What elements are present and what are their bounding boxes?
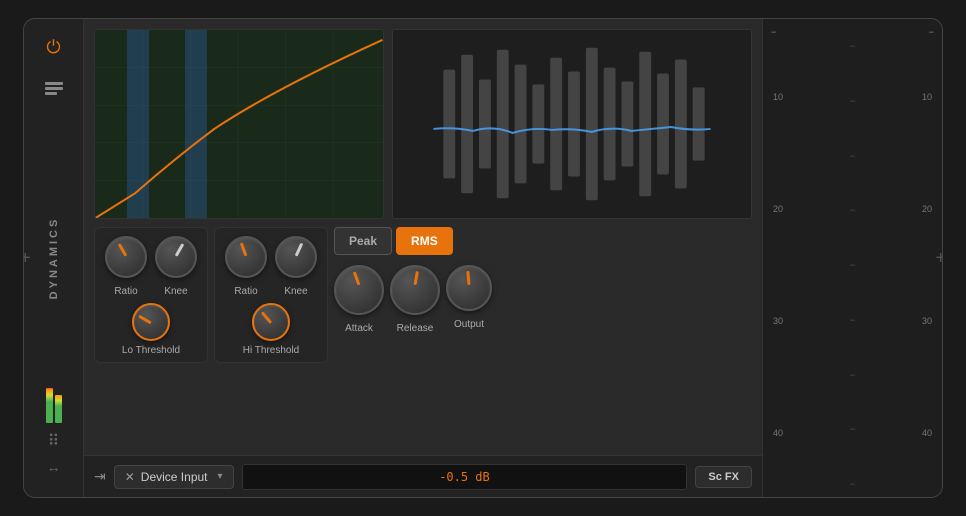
output-indicator	[466, 271, 470, 285]
sidebar-bottom: ⠿ ↔	[46, 383, 62, 485]
lo-knee-knob[interactable]	[155, 236, 197, 278]
meter-minus-right: −	[929, 27, 934, 37]
right-scale: 10 20 30 40	[920, 41, 936, 489]
footer-bar: ⇥ ✕ Device Input ▾ -0.5 dB Sc FX	[84, 455, 762, 497]
hi-threshold-knob[interactable]	[252, 303, 290, 341]
hi-ratio-group: Ratio	[225, 236, 267, 297]
plugin-container: + ⏻ DYNAMICS ⠿ ↔	[23, 18, 943, 498]
db-value: -0.5 dB	[439, 470, 490, 484]
hi-threshold-label: Hi Threshold	[243, 345, 300, 356]
waveform-display	[392, 29, 752, 219]
lo-threshold-indicator	[138, 315, 152, 325]
waveform-svg	[393, 30, 751, 218]
meter-minus-left: −	[771, 27, 776, 37]
db-display: -0.5 dB	[242, 464, 688, 490]
routing-button[interactable]: ↔	[47, 459, 61, 475]
transfer-curve	[95, 30, 383, 218]
lo-threshold-wrap: Lo Threshold	[122, 303, 180, 356]
attack-knob[interactable]	[334, 265, 384, 315]
hi-knee-label: Knee	[284, 286, 307, 297]
attack-label: Attack	[345, 323, 373, 334]
hi-knee-group: Knee	[275, 236, 317, 297]
lo-threshold-label: Lo Threshold	[122, 345, 180, 356]
hi-ratio-label: Ratio	[234, 286, 257, 297]
meter-bars-left	[787, 41, 847, 489]
dropdown-arrow-icon[interactable]: ▾	[218, 471, 223, 482]
hi-threshold-wrap: Hi Threshold	[243, 303, 300, 356]
power-button[interactable]: ⏻	[38, 31, 70, 63]
transfer-graph	[94, 29, 384, 219]
peak-rms-section: Peak RMS	[334, 227, 492, 255]
hi-ratio-knee-row: Ratio Knee	[225, 236, 317, 297]
lo-knee-indicator	[175, 243, 185, 257]
hi-knee-knob[interactable]	[275, 236, 317, 278]
lo-ratio-label: Ratio	[114, 286, 137, 297]
lo-ratio-knob[interactable]	[105, 236, 147, 278]
release-knob[interactable]	[390, 265, 440, 315]
lo-threshold-knob[interactable]	[132, 303, 170, 341]
right-controls: Peak RMS Attack	[334, 227, 492, 334]
add-right-button[interactable]: +	[935, 248, 943, 269]
attack-indicator	[353, 271, 361, 285]
meters-header: − −	[767, 27, 938, 37]
mid-scale: − − − − − − − − −	[849, 41, 857, 489]
device-close-icon[interactable]: ✕	[125, 470, 135, 484]
meters-panel: − − 10 20 30 40	[762, 19, 942, 497]
sidebar-mini-meters	[46, 383, 62, 423]
release-indicator	[414, 271, 419, 285]
lo-ratio-group: Ratio	[105, 236, 147, 297]
dots-button[interactable]: ⠿	[48, 431, 60, 451]
hi-ratio-indicator	[240, 242, 248, 256]
left-scale: 10 20 30 40	[769, 41, 785, 489]
hi-threshold-indicator	[261, 311, 272, 324]
lo-ratio-indicator	[118, 243, 128, 257]
routing-icon[interactable]: ⇥	[94, 468, 106, 485]
lo-ratio-knee-row: Ratio Knee	[105, 236, 197, 297]
lo-knee-group: Knee	[155, 236, 197, 297]
add-left-button[interactable]: +	[23, 248, 31, 269]
mini-meter-bar-left	[46, 388, 53, 423]
hi-ratio-knob[interactable]	[225, 236, 267, 278]
release-label: Release	[397, 323, 434, 334]
lo-knee-label: Knee	[164, 286, 187, 297]
mini-meter-bar-right	[55, 395, 62, 423]
release-group: Release	[390, 265, 440, 334]
output-group: Output	[446, 265, 492, 334]
hi-threshold-group: Ratio Knee	[214, 227, 328, 363]
output-label: Output	[454, 319, 484, 330]
center-area: Ratio Knee	[84, 19, 762, 497]
center-top: Ratio Knee	[84, 19, 762, 455]
lo-threshold-group: Ratio Knee	[94, 227, 208, 363]
device-input-button[interactable]: ✕ Device Input ▾	[114, 465, 234, 489]
top-section	[94, 29, 752, 219]
file-button[interactable]	[38, 73, 70, 105]
sc-fx-button[interactable]: Sc FX	[695, 466, 752, 488]
rms-button[interactable]: RMS	[396, 227, 453, 255]
controls-row: Ratio Knee	[94, 227, 752, 363]
file-icon	[44, 81, 64, 97]
device-input-label: Device Input	[141, 470, 208, 484]
attack-group: Attack	[334, 265, 384, 334]
peak-button[interactable]: Peak	[334, 227, 392, 255]
output-knob[interactable]	[446, 265, 492, 311]
attack-release-output-row: Attack Release	[334, 265, 492, 334]
sidebar: ⏻ DYNAMICS ⠿ ↔	[24, 19, 84, 497]
plugin-title-label: DYNAMICS	[48, 217, 60, 300]
meters-body: 10 20 30 40	[767, 41, 938, 489]
hi-knee-indicator	[295, 243, 304, 257]
meter-bars-right	[859, 41, 919, 489]
